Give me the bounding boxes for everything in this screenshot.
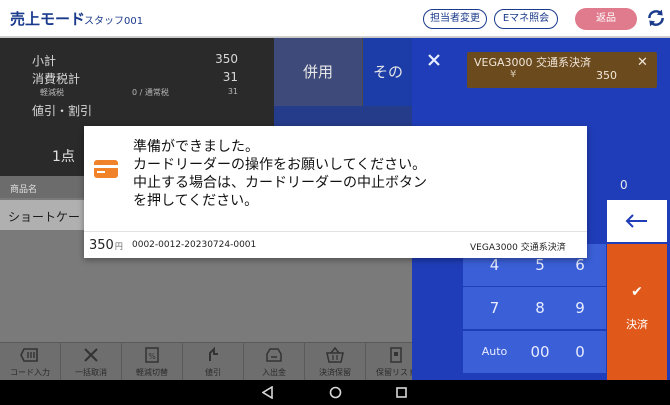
- dialog-amount: 350円: [89, 238, 123, 253]
- item-count: 1点: [52, 149, 75, 165]
- code-input-button[interactable]: コード入力: [0, 342, 61, 380]
- reduced-tax-label: 軽減税: [40, 88, 64, 97]
- hold-list-icon: [390, 347, 402, 363]
- discount-label: 値引・割引: [32, 104, 93, 118]
- credit-card-icon: [94, 160, 118, 178]
- checkmark-icon: ✔: [631, 284, 643, 300]
- subtotal-value: 350: [215, 52, 238, 66]
- tax-switch-icon: %: [145, 347, 159, 363]
- other-payment-button[interactable]: その: [363, 38, 412, 106]
- nav-back-icon[interactable]: [262, 386, 274, 399]
- emoney-inquiry-button[interactable]: Eマネ照会: [494, 9, 558, 29]
- tax-label: 消費税計: [32, 72, 81, 86]
- tax-row: 消費税計 31: [32, 70, 238, 87]
- transaction-id: 0002-0012-20230724-0001: [132, 240, 257, 250]
- svg-text:%: %: [148, 352, 156, 361]
- settle-button[interactable]: ✔ 決済: [607, 244, 667, 380]
- barcode-input-icon: [20, 348, 38, 362]
- dialog-yen-unit: 円: [114, 242, 123, 251]
- keypad-display: 0: [620, 178, 628, 192]
- return-button[interactable]: 返品: [575, 8, 637, 30]
- payment-amount: 350: [596, 69, 617, 82]
- close-icon: [84, 348, 98, 362]
- remove-payment-icon[interactable]: ✕: [637, 55, 648, 70]
- yen-symbol: ¥: [510, 69, 517, 80]
- dialog-message-line-3: 中止する場合は、カードリーダーの中止ボタン: [133, 175, 427, 191]
- discount-row: 値引・割引: [32, 102, 238, 119]
- reduced-tax-row: 軽減税 0 / 通常税 31: [40, 87, 238, 98]
- item-name: ショートケー: [8, 210, 81, 224]
- cash-in-out-label: 入出金: [262, 368, 286, 377]
- combined-payment-button[interactable]: 併用: [274, 38, 362, 106]
- cancel-all-label: 一括取消: [75, 368, 107, 377]
- payment-method-title: VEGA3000 交通系決済: [474, 56, 592, 69]
- staff-change-button[interactable]: 担当者変更: [423, 9, 487, 29]
- reduced-tax-mid: 0 / 通常税: [132, 88, 169, 97]
- settle-label: 決済: [626, 318, 648, 331]
- discount-icon: [209, 346, 218, 361]
- close-icon[interactable]: [426, 52, 442, 68]
- reduced-tax-value: 31: [227, 87, 238, 96]
- nav-home-icon[interactable]: [329, 386, 342, 399]
- dialog-divider: [84, 231, 587, 232]
- discount-label: 値引: [205, 368, 221, 377]
- column-product-name: 商品名: [10, 185, 38, 195]
- basket-icon: [326, 346, 344, 363]
- dialog-message-line-4: を押してください。: [133, 193, 259, 209]
- tax-switch-button[interactable]: % 軽減切替: [122, 342, 183, 380]
- tax-value: 31: [222, 70, 238, 84]
- subtotal-row: 小計 350: [32, 52, 238, 69]
- dialog-message-line-2: カードリーダーの操作をお願いしてください。: [133, 157, 427, 173]
- cash-drawer-icon: [266, 348, 282, 362]
- dialog-amount-value: 350: [89, 238, 114, 253]
- discount-button[interactable]: 値引: [183, 342, 244, 380]
- payment-strip: [274, 106, 412, 126]
- payment-hold-button[interactable]: 決済保留: [305, 342, 366, 380]
- backspace-button[interactable]: [607, 200, 667, 242]
- payment-hold-label: 決済保留: [319, 368, 351, 377]
- tax-switch-label: 軽減切替: [136, 368, 168, 377]
- dialog-message-line-1: 準備ができました。: [133, 139, 259, 155]
- code-input-label: コード入力: [10, 368, 50, 377]
- mode-title: 売上モード: [10, 10, 86, 28]
- nav-recent-icon[interactable]: [396, 387, 407, 398]
- subtotal-label: 小計: [32, 54, 57, 68]
- refresh-icon[interactable]: [646, 8, 666, 28]
- key-9[interactable]: 9: [554, 287, 606, 329]
- staff-name: スタッフ001: [84, 16, 144, 27]
- arrow-left-icon: [625, 214, 647, 228]
- cash-in-out-button[interactable]: 入出金: [244, 342, 305, 380]
- cancel-all-button[interactable]: 一括取消: [61, 342, 122, 380]
- dialog-payment-type: VEGA3000 交通系決済: [470, 243, 566, 253]
- key-0[interactable]: 0: [554, 331, 606, 373]
